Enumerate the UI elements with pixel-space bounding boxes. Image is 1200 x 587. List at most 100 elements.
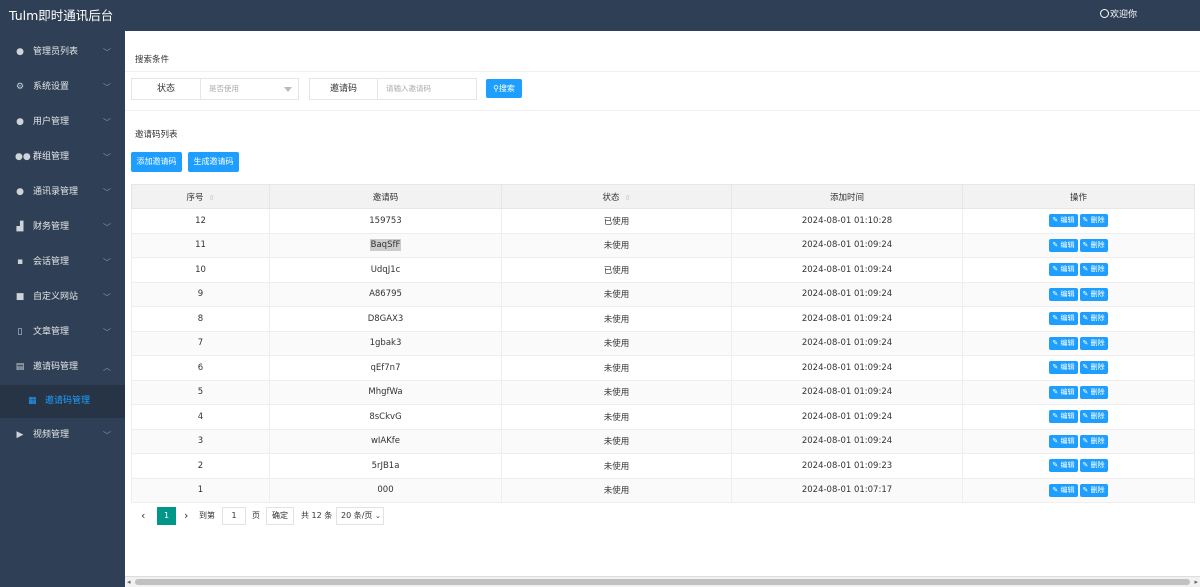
- table-row: 5 MhgfWa 未使用 2024-08-01 01:09:24 ✎ 编辑 ✎ 删除: [131, 379, 1195, 405]
- pencil-icon: ✎: [1082, 363, 1089, 372]
- search-button-label: 搜索: [498, 84, 515, 93]
- edit-button[interactable]: ✎ 编辑: [1049, 410, 1078, 424]
- edit-button[interactable]: ✎ 编辑: [1049, 434, 1078, 448]
- pencil-icon: ✎: [1052, 314, 1059, 323]
- search-section-title: 搜索条件: [135, 55, 170, 65]
- sidebar-item-label: 会话管理: [33, 257, 70, 267]
- delete-button[interactable]: ✎ 删除: [1079, 336, 1108, 350]
- pencil-icon: ✎: [1082, 436, 1089, 445]
- page-1-button[interactable]: 1: [157, 507, 176, 525]
- user-circle-icon: [1100, 9, 1109, 18]
- cell-status: 未使用: [501, 232, 732, 258]
- delete-label: 删除: [1090, 363, 1105, 372]
- page-size-select[interactable]: 20 条/页 ⌄: [336, 507, 384, 525]
- generate-invite-code-button[interactable]: 生成邀请码: [188, 152, 239, 172]
- chevron-down-icon: ﹀: [103, 188, 111, 197]
- delete-button[interactable]: ✎ 删除: [1079, 263, 1108, 277]
- cell-time: 2024-08-01 01:09:24: [731, 330, 963, 356]
- cell-code: MhgfWa: [269, 379, 502, 405]
- sidebar-item-settings[interactable]: ⚙ 系统设置 ﹀: [0, 70, 125, 105]
- sidebar-item-groups[interactable]: ●● 群组管理 ﹀: [0, 140, 125, 175]
- chevron-down-icon: ﹀: [103, 258, 111, 267]
- scrollbar-thumb[interactable]: [135, 579, 1190, 585]
- sidebar-item-websites[interactable]: ■ 自定义网站 ﹀: [0, 280, 125, 315]
- sidebar-subitem-invite-codes[interactable]: ▦ 邀请码管理: [0, 385, 125, 418]
- edit-button[interactable]: ✎ 编辑: [1049, 361, 1078, 375]
- delete-label: 删除: [1090, 387, 1105, 396]
- cell-status: 未使用: [501, 379, 732, 405]
- group-icon: ●●: [15, 152, 31, 162]
- delete-button[interactable]: ✎ 删除: [1079, 214, 1108, 228]
- sidebar-item-sessions[interactable]: ▪ 会话管理 ﹀: [0, 245, 125, 280]
- delete-button[interactable]: ✎ 删除: [1079, 459, 1108, 473]
- delete-button[interactable]: ✎ 删除: [1079, 483, 1108, 497]
- edit-button[interactable]: ✎ 编辑: [1049, 385, 1078, 399]
- goto-page-input[interactable]: 1: [222, 507, 246, 525]
- delete-button[interactable]: ✎ 删除: [1079, 385, 1108, 399]
- next-page-icon[interactable]: ›: [184, 507, 188, 525]
- cell-actions: ✎ 编辑 ✎ 删除: [962, 306, 1195, 332]
- edit-label: 编辑: [1060, 363, 1075, 372]
- cell-actions: ✎ 编辑 ✎ 删除: [962, 208, 1195, 234]
- cell-id: 7: [131, 330, 270, 356]
- edit-button[interactable]: ✎ 编辑: [1049, 214, 1078, 228]
- edit-button[interactable]: ✎ 编辑: [1049, 312, 1078, 326]
- cell-status: 未使用: [501, 306, 732, 332]
- pencil-icon: ✎: [1082, 289, 1089, 298]
- sidebar-item-contacts[interactable]: ● 通讯录管理 ﹀: [0, 175, 125, 210]
- edit-button[interactable]: ✎ 编辑: [1049, 459, 1078, 473]
- goto-suffix: 页: [252, 511, 260, 520]
- search-button[interactable]: ⚲搜索: [486, 79, 522, 98]
- cell-status: 未使用: [501, 281, 732, 307]
- status-select[interactable]: 状态 是否使用: [131, 78, 299, 100]
- prev-page-icon[interactable]: ‹: [141, 507, 145, 525]
- pencil-icon: ✎: [1052, 289, 1059, 298]
- sidebar-item-users[interactable]: ● 用户管理 ﹀: [0, 105, 125, 140]
- pagination: ‹ 1 › 到第 1 页 确定 共 12 条 20 条/页 ⌄: [125, 507, 1200, 527]
- cell-time: 2024-08-01 01:09:24: [731, 428, 963, 454]
- sidebar-item-articles[interactable]: ▯ 文章管理 ﹀: [0, 315, 125, 350]
- delete-button[interactable]: ✎ 删除: [1079, 287, 1108, 301]
- column-header-status[interactable]: 状态 ⇳: [501, 184, 732, 209]
- goto-confirm-button[interactable]: 确定: [266, 507, 294, 525]
- delete-button[interactable]: ✎ 删除: [1079, 312, 1108, 326]
- delete-button[interactable]: ✎ 删除: [1079, 238, 1108, 252]
- edit-button[interactable]: ✎ 编辑: [1049, 263, 1078, 277]
- delete-button[interactable]: ✎ 删除: [1079, 434, 1108, 448]
- column-header-code: 邀请码: [269, 184, 502, 209]
- add-invite-code-button[interactable]: 添加邀请码: [131, 152, 182, 172]
- column-header-id[interactable]: 序号 ⇳: [131, 184, 270, 209]
- cell-time: 2024-08-01 01:09:24: [731, 232, 963, 258]
- total-count: 共 12 条: [301, 511, 333, 520]
- sidebar-item-finance[interactable]: ▟ 财务管理 ﹀: [0, 210, 125, 245]
- delete-button[interactable]: ✎ 删除: [1079, 361, 1108, 375]
- sidebar-item-admins[interactable]: ● 管理员列表 ﹀: [0, 35, 125, 70]
- delete-button[interactable]: ✎ 删除: [1079, 410, 1108, 424]
- cell-status: 已使用: [501, 208, 732, 234]
- horizontal-scrollbar[interactable]: ◂ ▸: [125, 576, 1200, 587]
- delete-label: 删除: [1090, 314, 1105, 323]
- pencil-icon: ✎: [1052, 387, 1059, 396]
- code-search-field[interactable]: 邀请码 请输入邀请码: [309, 78, 477, 100]
- user-menu[interactable]: 欢迎你: [1100, 0, 1137, 31]
- edit-button[interactable]: ✎ 编辑: [1049, 483, 1078, 497]
- code-input[interactable]: 请输入邀请码: [386, 79, 431, 99]
- sort-icon[interactable]: ⇳: [209, 194, 215, 202]
- cell-time: 2024-08-01 01:09:24: [731, 404, 963, 430]
- sidebar-item-videos[interactable]: ▶ 视频管理 ﹀: [0, 418, 125, 453]
- sidebar-item-invite-codes[interactable]: ▤ 邀请码管理 ︿: [0, 350, 125, 385]
- scroll-left-icon[interactable]: ◂: [127, 577, 131, 587]
- edit-button[interactable]: ✎ 编辑: [1049, 336, 1078, 350]
- column-header-label: 邀请码: [372, 192, 399, 203]
- invite-code-text: 8sCkvG: [369, 411, 402, 422]
- table-header-row: 序号 ⇳ 邀请码 状态 ⇳ 添加时间 操作: [131, 184, 1195, 209]
- sidebar-item-label: 通讯录管理: [33, 187, 79, 197]
- edit-button[interactable]: ✎ 编辑: [1049, 238, 1078, 252]
- cell-actions: ✎ 编辑 ✎ 删除: [962, 257, 1195, 283]
- divider: [125, 110, 1200, 111]
- cell-status: 未使用: [501, 330, 732, 356]
- edit-button[interactable]: ✎ 编辑: [1049, 287, 1078, 301]
- cell-actions: ✎ 编辑 ✎ 删除: [962, 281, 1195, 307]
- sort-icon[interactable]: ⇳: [625, 194, 631, 202]
- scroll-right-icon[interactable]: ▸: [1194, 577, 1198, 587]
